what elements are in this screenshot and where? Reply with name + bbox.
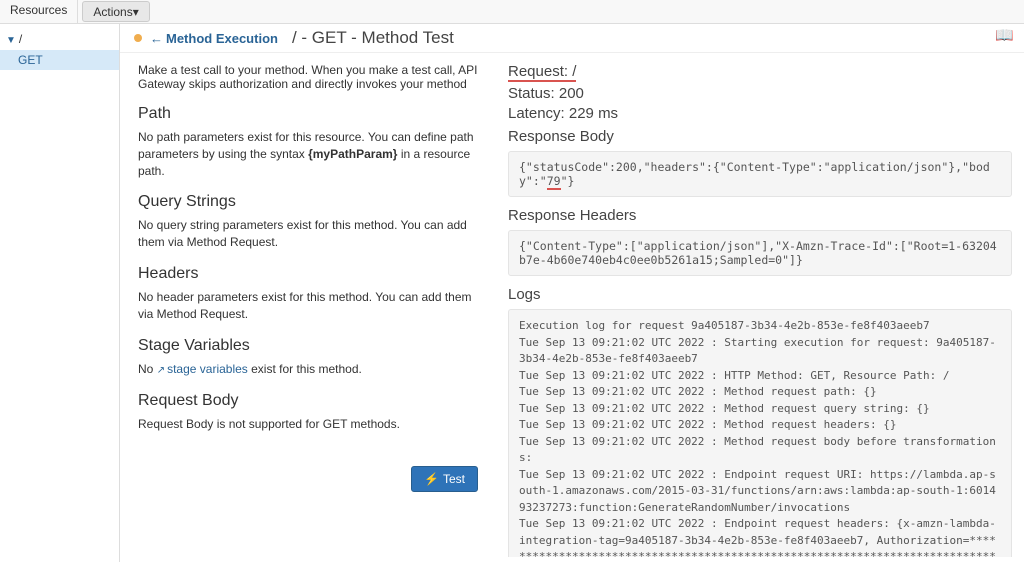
- path-heading: Path: [138, 105, 478, 123]
- status-line: Status: 200: [508, 85, 1012, 102]
- request-body-heading: Request Body: [138, 392, 478, 410]
- test-button[interactable]: ⚡ Test: [411, 466, 478, 492]
- tree-root-label: /: [19, 32, 22, 46]
- actions-label: Actions: [93, 5, 132, 19]
- tree-method-get[interactable]: GET: [0, 50, 119, 70]
- headers-text: No header parameters exist for this meth…: [138, 289, 478, 323]
- response-headers-code: {"Content-Type":["application/json"],"X-…: [508, 230, 1012, 276]
- book-icon[interactable]: 📖: [995, 26, 1014, 44]
- tree-root[interactable]: ▼/: [0, 30, 119, 48]
- page-title: / - GET - Method Test: [292, 28, 454, 48]
- back-to-method-execution[interactable]: ←Method Execution: [150, 31, 278, 46]
- stage-variables-heading: Stage Variables: [138, 337, 478, 355]
- query-strings-heading: Query Strings: [138, 193, 478, 211]
- request-body-text: Request Body is not supported for GET me…: [138, 416, 478, 433]
- latency-line: Latency: 229 ms: [508, 105, 1012, 122]
- stage-variables-text: No ↗stage variables exist for this metho…: [138, 361, 478, 378]
- logs-heading: Logs: [508, 286, 1012, 303]
- response-body-heading: Response Body: [508, 128, 1012, 145]
- response-headers-heading: Response Headers: [508, 207, 1012, 224]
- resource-tree: ▼/ GET: [0, 24, 120, 562]
- back-link-label: Method Execution: [166, 31, 278, 46]
- query-strings-text: No query string parameters exist for thi…: [138, 217, 478, 251]
- tab-resources[interactable]: Resources: [0, 0, 78, 23]
- response-body-code: {"statusCode":200,"headers":{"Content-Ty…: [508, 151, 1012, 197]
- actions-dropdown[interactable]: Actions▾: [82, 1, 149, 22]
- caret-down-icon: ▼: [6, 35, 16, 46]
- breadcrumb: ←Method Execution / - GET - Method Test …: [120, 24, 1024, 53]
- test-button-label: Test: [443, 472, 465, 486]
- headers-heading: Headers: [138, 265, 478, 283]
- arrow-left-icon: ←: [150, 31, 163, 46]
- stage-variables-link[interactable]: stage variables: [167, 362, 248, 376]
- intro-text: Make a test call to your method. When yo…: [138, 63, 478, 91]
- lightning-icon: ⚡: [424, 472, 439, 486]
- external-link-icon: ↗: [157, 365, 165, 376]
- warning-dot-icon: [134, 34, 142, 42]
- chevron-down-icon: ▾: [133, 5, 139, 19]
- logs-content: Execution log for request 9a405187-3b34-…: [508, 309, 1012, 557]
- path-text: No path parameters exist for this resour…: [138, 129, 478, 179]
- request-line: Request: /: [508, 63, 1012, 82]
